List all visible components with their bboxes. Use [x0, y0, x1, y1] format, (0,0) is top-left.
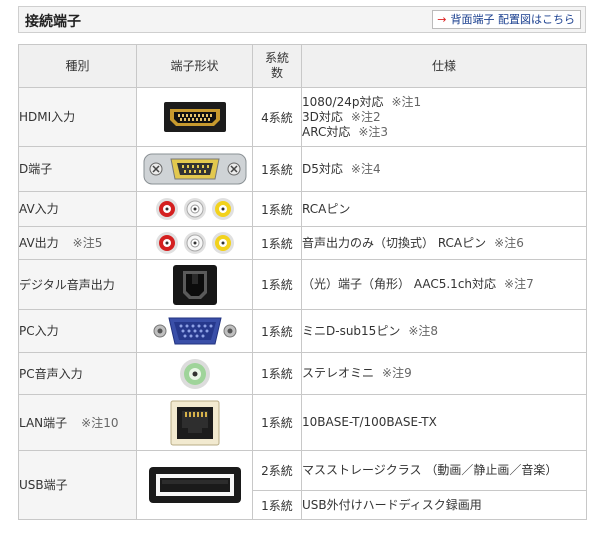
- shape-cell: [136, 226, 253, 260]
- row-sys-pcaudio: 1系統: [252, 352, 302, 395]
- pc-spec: ミニD-sub15ピン: [302, 323, 401, 338]
- table-header-row: 種別 端子形状 系統数 仕様: [18, 44, 587, 88]
- note-link[interactable]: ※注1: [391, 95, 421, 109]
- hdmi-spec-arc: ARC対応: [302, 124, 351, 139]
- hdmi-port-icon: [163, 102, 226, 132]
- d-spec: D5対応: [302, 161, 343, 176]
- row-type-avin: AV入力: [18, 191, 137, 227]
- note-link[interactable]: ※注4: [351, 162, 381, 176]
- section-header: 接続端子 → 背面端子 配置図はこちら: [18, 6, 586, 33]
- shape-cell: [136, 87, 253, 147]
- note-link[interactable]: ※注3: [358, 125, 388, 139]
- header-type: 種別: [18, 44, 137, 88]
- table-row: HDMI入力 4系統 1080/24p対応 ※注1 3D対応 ※注2 ARC対応 ※注…: [18, 87, 587, 147]
- hdmi-spec-3d: 3D対応: [302, 109, 343, 124]
- table-row: PC入力 1系統 ミニD-sub15ピン ※注8: [18, 309, 587, 353]
- row-sys-avin: 1系統: [252, 191, 302, 227]
- row-type-pcaudio: PC音声入力: [18, 352, 137, 395]
- shape-cell: [136, 146, 253, 192]
- shape-cell: [136, 309, 253, 353]
- stereo-mini-jack-icon: [179, 358, 210, 389]
- row-sys-pc: 1系統: [252, 309, 302, 353]
- shape-cell: [136, 259, 253, 310]
- row-sys-lan: 1系統: [252, 394, 302, 451]
- optical-port-icon: [172, 264, 217, 305]
- avout-label: AV出力: [19, 236, 59, 250]
- rca-jacks-icon: [155, 232, 234, 254]
- row-type-lan: LAN端子 ※注10: [18, 394, 137, 451]
- note-link[interactable]: ※注9: [382, 366, 412, 380]
- shape-cell: [136, 394, 253, 451]
- row-spec-pcaudio: ステレオミニ ※注9: [301, 352, 587, 395]
- shape-cell: [136, 450, 253, 520]
- row-spec-usb-1: マスストレージクラス （動画／静止画／音楽）: [301, 450, 587, 491]
- table-row: AV入力 1系統 RCAピン: [18, 191, 587, 227]
- note-link[interactable]: ※注6: [494, 236, 524, 250]
- table-row: AV出力 ※注5 1系統 音声出力のみ（切換式） RCAピン ※注6: [18, 226, 587, 260]
- row-type-pc: PC入力: [18, 309, 137, 353]
- rca-jacks-icon: [155, 198, 234, 220]
- terminal-spec-table: 種別 端子形状 系統数 仕様 HDMI入力 4系統 1080/24p対応 ※注1 …: [18, 44, 587, 520]
- header-count-label: 数: [270, 66, 283, 80]
- row-spec-usb-2: USB外付けハードディスク録画用: [301, 490, 587, 520]
- terminal-layout-link[interactable]: → 背面端子 配置図はこちら: [432, 10, 581, 29]
- usb-port-icon: [148, 467, 241, 503]
- lan-port-icon: [170, 400, 219, 445]
- avout-spec: 音声出力のみ（切換式） RCAピン: [302, 235, 487, 250]
- lan-label: LAN端子: [19, 415, 68, 430]
- digital-spec: （光）端子（角形） AAC5.1ch対応: [302, 277, 497, 291]
- header-spec: 仕様: [301, 44, 587, 88]
- row-type-usb: USB端子: [18, 450, 137, 520]
- note-link[interactable]: ※注2: [351, 110, 381, 124]
- pcaudio-spec: ステレオミニ: [302, 366, 375, 380]
- row-spec-pc: ミニD-sub15ピン ※注8: [301, 309, 587, 353]
- table-row: デジタル音声出力 1系統 （光）端子（角形） AAC5.1ch対応 ※注7: [18, 259, 587, 310]
- row-type-digital: デジタル音声出力: [18, 259, 137, 310]
- row-sys-usb-1: 2系統: [252, 450, 302, 491]
- row-type-avout: AV出力 ※注5: [18, 226, 137, 260]
- row-spec-avin: RCAピン: [301, 191, 587, 227]
- header-system-label: 系統: [264, 51, 289, 65]
- hdmi-spec-1080: 1080/24p対応: [302, 94, 384, 109]
- note-link[interactable]: ※注5: [73, 236, 103, 250]
- row-spec-avout: 音声出力のみ（切換式） RCAピン ※注6: [301, 226, 587, 260]
- table-row: D端子 1系統 D5対応 ※注4: [18, 146, 587, 192]
- table-row: USB端子 2系統 マスストレージクラス （動画／静止画／音楽）: [18, 450, 587, 520]
- note-link[interactable]: ※注7: [504, 277, 534, 291]
- table-row: PC音声入力 1系統 ステレオミニ ※注9: [18, 352, 587, 395]
- row-spec-digital: （光）端子（角形） AAC5.1ch対応 ※注7: [301, 259, 587, 310]
- d-terminal-port-icon: [143, 153, 246, 185]
- row-spec-d: D5対応 ※注4: [301, 146, 587, 192]
- table-row: LAN端子 ※注10 1系統 10BASE-T/100BASE-TX: [18, 394, 587, 451]
- row-sys-d: 1系統: [252, 146, 302, 192]
- section-title: 接続端子: [25, 14, 81, 30]
- note-link[interactable]: ※注10: [81, 416, 118, 430]
- header-shape: 端子形状: [136, 44, 253, 88]
- row-type-d: D端子: [18, 146, 137, 192]
- header-system-count: 系統数: [252, 44, 302, 88]
- row-sys-avout: 1系統: [252, 226, 302, 260]
- arrow-right-icon: →: [437, 13, 447, 26]
- row-spec-lan: 10BASE-T/100BASE-TX: [301, 394, 587, 451]
- shape-cell: [136, 191, 253, 227]
- row-sys-hdmi: 4系統: [252, 87, 302, 147]
- shape-cell: [136, 352, 253, 395]
- row-spec-hdmi: 1080/24p対応 ※注1 3D対応 ※注2 ARC対応 ※注3: [301, 87, 587, 147]
- row-sys-digital: 1系統: [252, 259, 302, 310]
- row-type-hdmi: HDMI入力: [18, 87, 137, 147]
- vga-port-icon: [153, 317, 236, 345]
- note-link[interactable]: ※注8: [408, 324, 438, 338]
- row-sys-usb-2: 1系統: [252, 490, 302, 520]
- terminal-layout-link-label: 背面端子 配置図はこちら: [450, 13, 576, 26]
